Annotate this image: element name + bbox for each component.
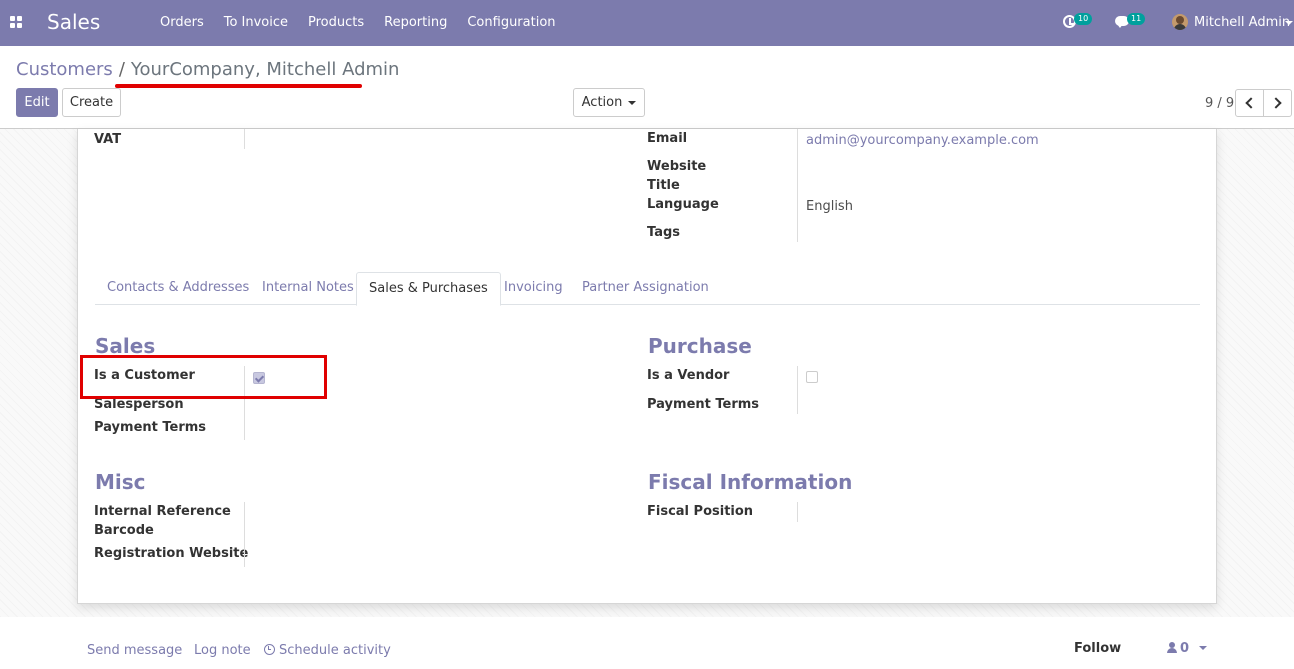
- control-panel: Customers / YourCompany, Mitchell Admin Ed…: [0, 46, 1294, 129]
- menu-item-orders[interactable]: Orders: [150, 0, 214, 46]
- email-label: Email: [647, 131, 688, 146]
- breadcrumb: Customers / YourCompany, Mitchell Admin: [16, 59, 399, 80]
- action-dropdown[interactable]: Action: [573, 88, 645, 117]
- chevron-left-icon: [1245, 97, 1257, 109]
- field-divider: [244, 129, 245, 149]
- pager-value[interactable]: 9 / 9: [1205, 96, 1234, 111]
- vat-label: VAT: [94, 132, 122, 147]
- is-vendor-label: Is a Vendor: [647, 368, 730, 383]
- pager-previous-button[interactable]: [1235, 89, 1264, 117]
- tab-invoicing[interactable]: Invoicing: [492, 272, 575, 305]
- field-divider: [244, 502, 245, 567]
- user-menu[interactable]: Mitchell Admin: [1172, 0, 1294, 46]
- user-name: Mitchell Admin: [1194, 15, 1291, 30]
- title-label: Title: [647, 178, 680, 193]
- avatar: [1172, 14, 1188, 30]
- apps-grid-icon[interactable]: [10, 16, 23, 29]
- activity-count-badge: 10: [1074, 13, 1093, 25]
- caret-down-icon[interactable]: [1199, 646, 1207, 650]
- field-divider: [797, 129, 798, 242]
- schedule-activity-button[interactable]: Schedule activity: [264, 643, 391, 658]
- internal-reference-label: Internal Reference: [94, 504, 231, 519]
- log-note-button[interactable]: Log note: [194, 643, 251, 658]
- message-count-badge: 11: [1127, 13, 1146, 25]
- send-message-button[interactable]: Send message: [87, 643, 182, 658]
- menu-item-products[interactable]: Products: [298, 0, 374, 46]
- website-label: Website: [647, 159, 707, 174]
- edit-button[interactable]: Edit: [16, 88, 58, 117]
- menu-item-reporting[interactable]: Reporting: [374, 0, 457, 46]
- create-button[interactable]: Create: [62, 88, 121, 117]
- notebook-tabs: Contacts & Addresses Internal Notes Sale…: [95, 272, 1200, 306]
- language-field[interactable]: English: [806, 199, 853, 214]
- app-brand[interactable]: Sales: [47, 10, 100, 34]
- payment-terms-label: Payment Terms: [94, 420, 207, 435]
- user-icon: [1167, 642, 1177, 653]
- menu-item-to-invoice[interactable]: To Invoice: [214, 0, 298, 46]
- clock-icon: [264, 644, 275, 655]
- followers-count: 0: [1180, 641, 1190, 656]
- tab-internal-notes[interactable]: Internal Notes: [250, 272, 366, 305]
- fiscal-section-title: Fiscal Information: [648, 470, 853, 494]
- field-divider: [797, 502, 798, 522]
- language-label: Language: [647, 197, 719, 212]
- purchase-section-title: Purchase: [648, 334, 752, 358]
- menu-item-configuration[interactable]: Configuration: [457, 0, 565, 46]
- is-vendor-checkbox[interactable]: [806, 371, 818, 383]
- followers-button[interactable]: 0: [1167, 641, 1189, 656]
- top-navbar: Sales Orders To Invoice Products Reporti…: [0, 0, 1294, 46]
- tab-contacts-addresses[interactable]: Contacts & Addresses: [95, 272, 261, 305]
- chevron-right-icon: [1270, 97, 1282, 109]
- breadcrumb-separator: /: [118, 59, 125, 80]
- vendor-payment-terms-label: Payment Terms: [647, 397, 760, 412]
- breadcrumb-current-record: YourCompany, Mitchell Admin: [130, 59, 400, 80]
- highlight-box: [80, 355, 327, 399]
- barcode-label: Barcode: [94, 523, 154, 538]
- follow-button[interactable]: Follow: [1074, 641, 1121, 656]
- tab-partner-assignation[interactable]: Partner Assignation: [570, 272, 721, 305]
- tags-label: Tags: [647, 225, 681, 240]
- pager-next-button[interactable]: [1263, 89, 1292, 117]
- caret-down-icon: [1285, 21, 1293, 25]
- breadcrumb-customers[interactable]: Customers: [16, 59, 113, 80]
- misc-section-title: Misc: [95, 470, 146, 494]
- activity-menu[interactable]: 10: [1063, 0, 1097, 46]
- chatter: Send message Log note Schedule activity …: [0, 617, 1294, 669]
- registration-website-label: Registration Website: [94, 546, 249, 561]
- field-divider: [797, 366, 798, 414]
- email-field[interactable]: admin@yourcompany.example.com: [806, 133, 1039, 148]
- schedule-activity-label: Schedule activity: [279, 643, 391, 658]
- caret-down-icon: [628, 100, 637, 105]
- action-label: Action: [581, 95, 623, 110]
- messaging-menu[interactable]: 11: [1115, 0, 1149, 46]
- tab-sales-purchases[interactable]: Sales & Purchases: [356, 272, 501, 306]
- salesperson-label: Salesperson: [94, 397, 184, 412]
- fiscal-position-label: Fiscal Position: [647, 504, 754, 519]
- main-menu: Orders To Invoice Products Reporting Con…: [150, 0, 566, 46]
- highlight-underline: [115, 84, 362, 88]
